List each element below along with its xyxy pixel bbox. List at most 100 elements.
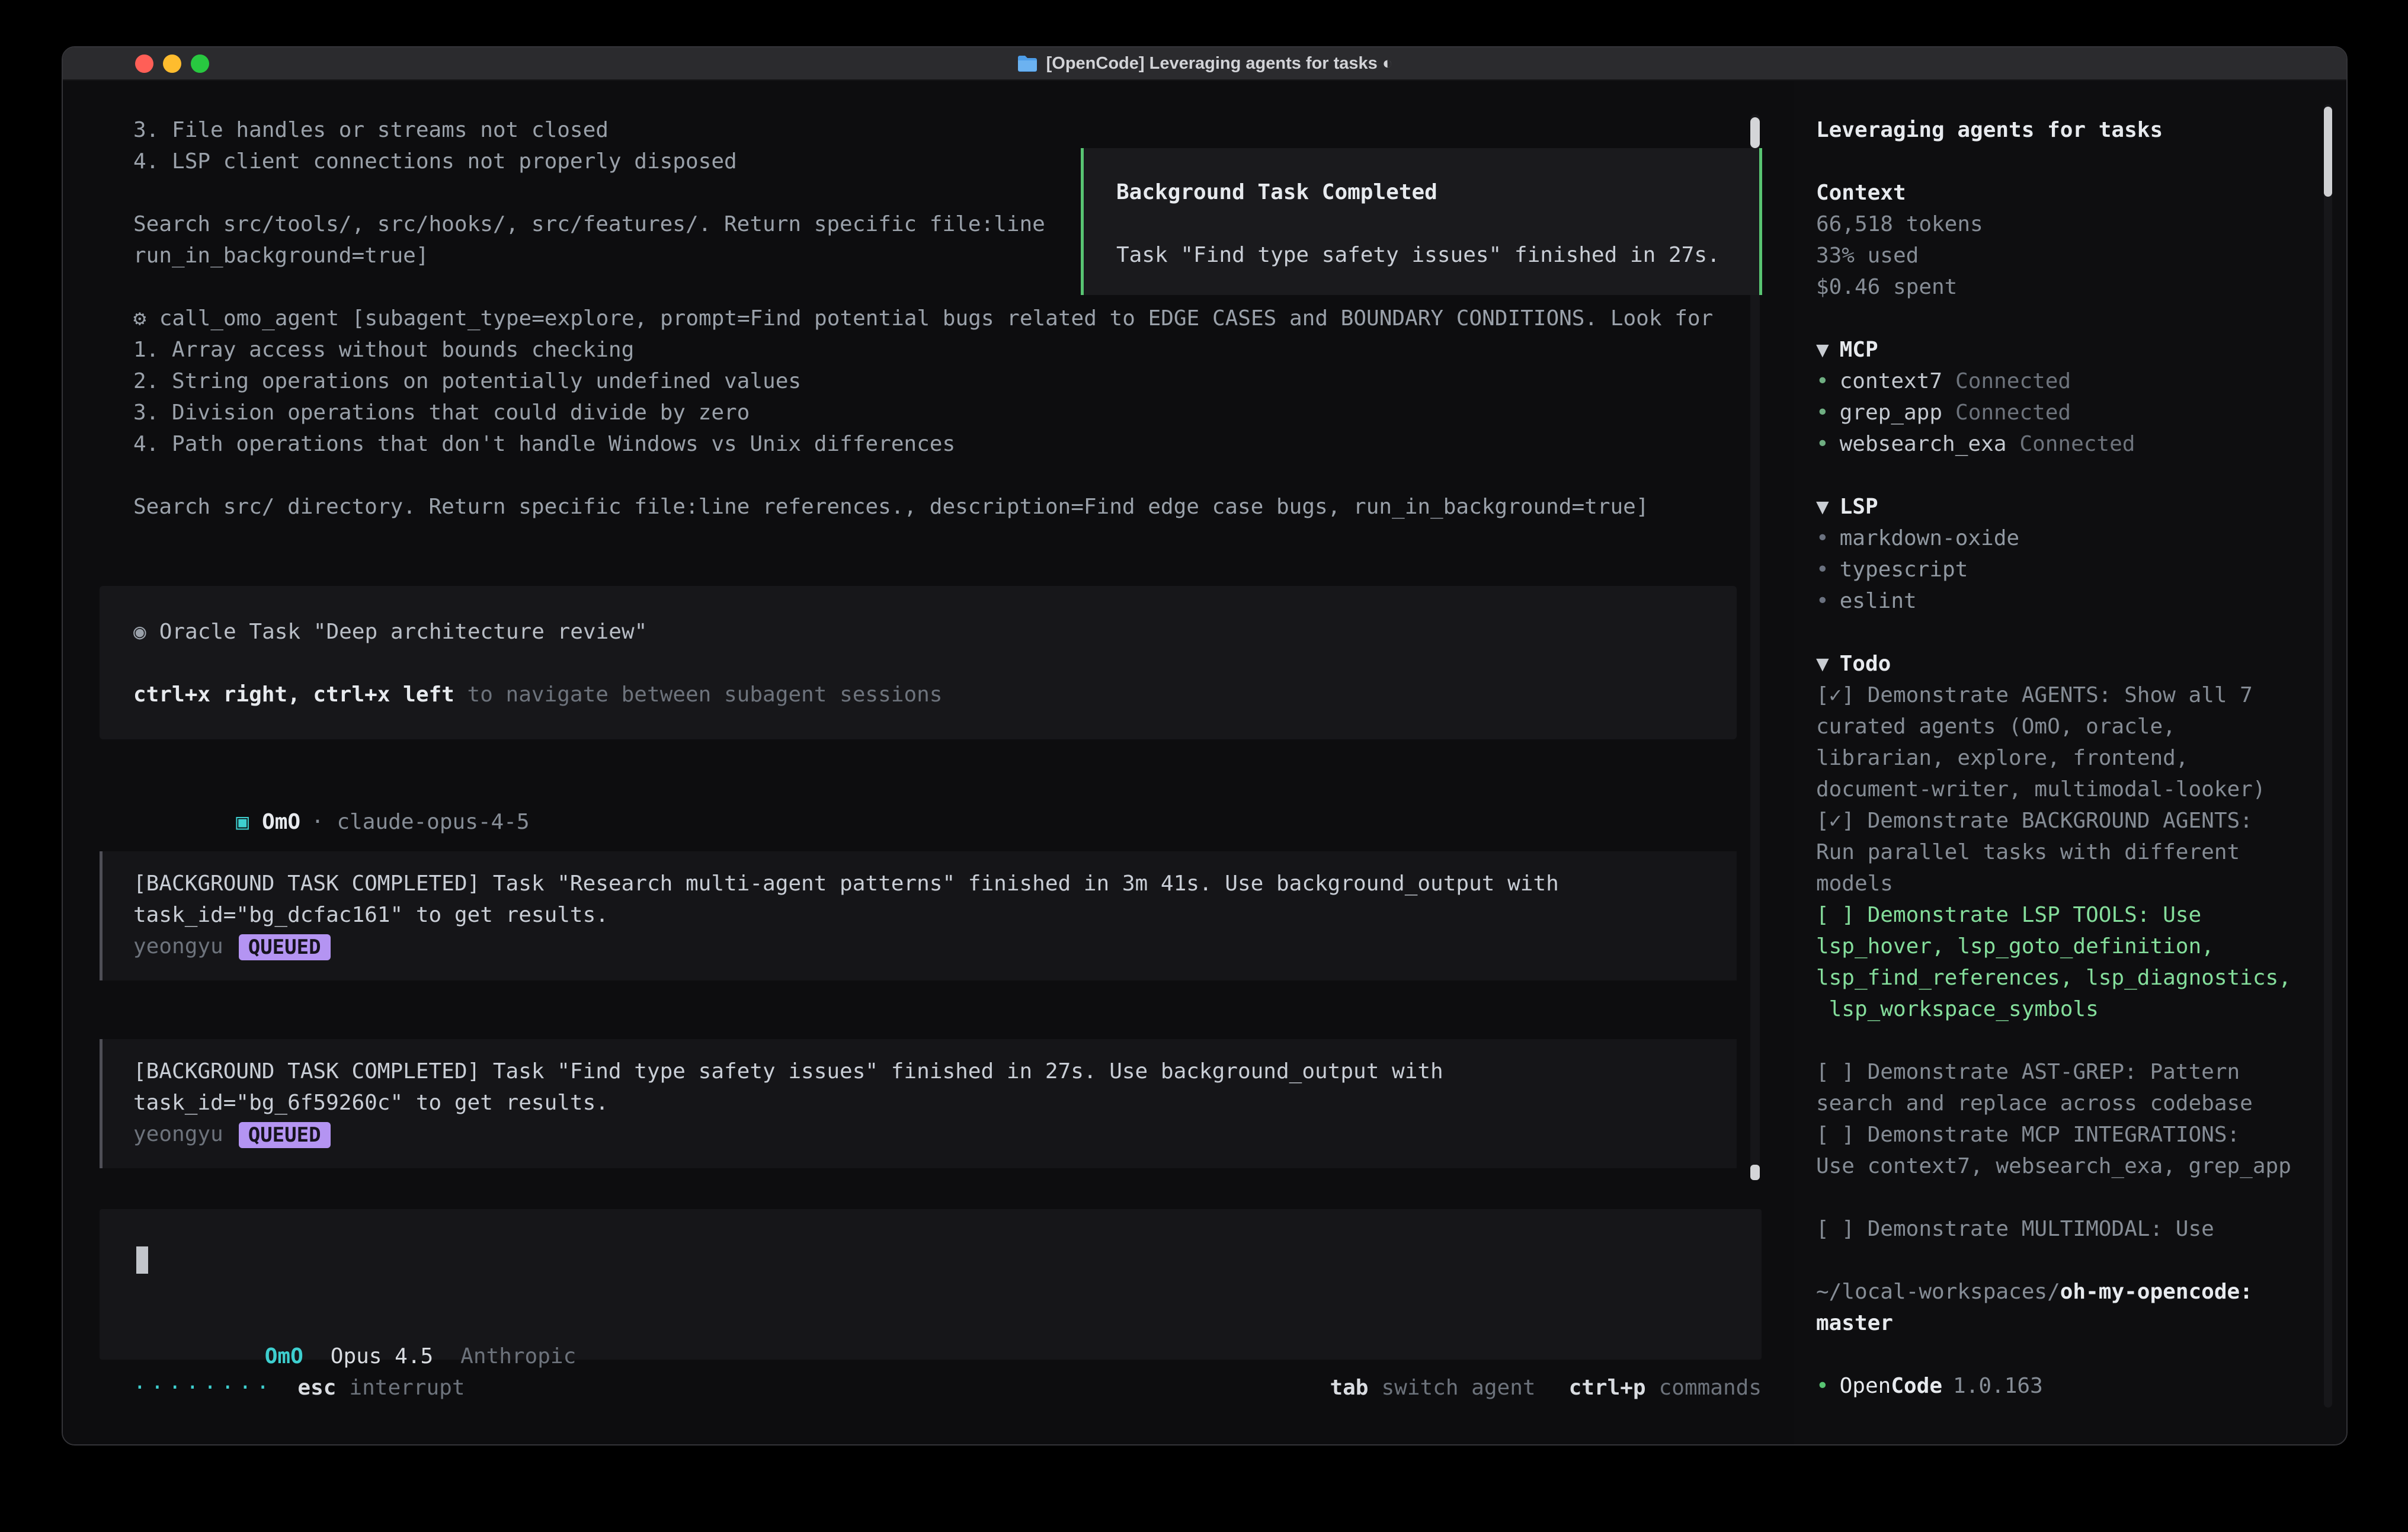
active-agent-label: OmO xyxy=(265,1344,303,1368)
queued-badge: QUEUED xyxy=(239,934,331,960)
oracle-task-title-line: ◉ Oracle Task "Deep architecture review" xyxy=(133,616,1737,648)
status-bullet-icon: • xyxy=(1816,432,1829,456)
todo-line: document-writer, multimodal-looker) xyxy=(1816,774,2346,805)
mcp-status: Connected xyxy=(2019,432,2135,456)
sidebar: Leveraging agents for tasks Context 66,5… xyxy=(1794,81,2346,1444)
prompt-input[interactable]: OmOOpus 4.5Anthropic xyxy=(100,1209,1762,1360)
agent-icon: ▣ xyxy=(236,810,249,834)
terminal-line: 4. Path operations that don't handle Win… xyxy=(133,428,1713,460)
mcp-name: grep_app xyxy=(1840,400,1942,425)
queued-badge: QUEUED xyxy=(239,1122,331,1148)
active-model-label: Opus 4.5 xyxy=(331,1344,433,1368)
terminal-line: 3. File handles or streams not closed xyxy=(133,114,1713,146)
path-prefix: ~/local-workspaces/ xyxy=(1816,1280,2060,1304)
chevron-down-icon: ▼ xyxy=(1816,495,1829,519)
lsp-item: •typescript xyxy=(1816,554,2346,585)
message-line: [BACKGROUND TASK COMPLETED] Task "Find t… xyxy=(133,1056,1737,1087)
todo-line: [ ] Demonstrate AST-GREP: Pattern xyxy=(1816,1056,2346,1088)
todo-line: Run parallel tasks with different xyxy=(1816,836,2346,868)
gear-icon: ⚙ xyxy=(133,306,146,331)
author-label: yeongyu xyxy=(133,934,223,959)
message-line: task_id="bg_dcfac161" to get results. xyxy=(133,899,1737,931)
window-title: [OpenCode] Leveraging agents for tasks ◐ xyxy=(1046,54,1393,73)
status-bar-right: tab switch agent ctrl+p commands xyxy=(1330,1372,1762,1403)
close-window-button[interactable] xyxy=(135,55,153,73)
author-label: yeongyu xyxy=(133,1122,223,1146)
message-line: [BACKGROUND TASK COMPLETED] Task "Resear… xyxy=(133,868,1737,899)
todo-line: [✓] Demonstrate BACKGROUND AGENTS: xyxy=(1816,805,2346,836)
repo-name: oh-my-opencode: xyxy=(2060,1280,2253,1304)
tab-key-label: switch agent xyxy=(1381,1372,1535,1403)
spinner: ········ xyxy=(133,1372,274,1403)
mcp-status: Connected xyxy=(1955,400,2071,425)
lsp-name: eslint xyxy=(1840,589,1917,613)
context-spent: $0.46 spent xyxy=(1816,271,2346,303)
message-footer: yeongyu QUEUED xyxy=(133,931,1737,962)
todo-line: curated agents (OmO, oracle, xyxy=(1816,711,2346,742)
todo-line-current: lsp_workspace_symbols xyxy=(1816,993,2346,1025)
agent-name: OmO xyxy=(262,810,300,834)
terminal-line: 2. String operations on potentially unde… xyxy=(133,366,1713,397)
ctrl-p-key-label: commands xyxy=(1659,1372,1762,1403)
session-title: Leveraging agents for tasks xyxy=(1816,114,2346,146)
mcp-item: • grep_app Connected xyxy=(1816,397,2346,428)
lsp-item: • eslint xyxy=(1816,585,2346,617)
background-task-toast: Background Task Completed Task "Find typ… xyxy=(1081,148,1762,295)
record-icon: ◉ xyxy=(133,620,146,644)
task-completed-message: [BACKGROUND TASK COMPLETED] Task "Resear… xyxy=(100,851,1737,980)
status-bar: ········ esc interrupt tab switch agent … xyxy=(133,1372,1762,1403)
status-bullet-icon: • xyxy=(1816,400,1829,425)
toast-body: Task "Find type safety issues" finished … xyxy=(1116,239,1759,271)
context-used: 33% used xyxy=(1816,240,2346,271)
todo-line: Use context7, websearch_exa, grep_app xyxy=(1816,1150,2346,1182)
todo-line: librarian, explore, frontend, xyxy=(1816,742,2346,774)
esc-key-hint: esc xyxy=(297,1372,336,1403)
todo-line: [ ] Demonstrate MCP INTEGRATIONS: xyxy=(1816,1119,2346,1150)
mcp-item: •context7Connected xyxy=(1816,366,2346,397)
toast-title: Background Task Completed xyxy=(1116,177,1759,208)
message-footer: yeongyu QUEUED xyxy=(133,1118,1737,1150)
app-version: 1.0.163 xyxy=(1953,1374,2043,1398)
todo-line: [✓] Demonstrate AGENTS: Show all 7 xyxy=(1816,680,2346,711)
app-name-bold: Code xyxy=(1891,1374,1942,1398)
provider-label: Anthropic xyxy=(460,1344,576,1368)
todo-header[interactable]: ▼Todo xyxy=(1816,648,2346,680)
bullet-icon: • xyxy=(1816,526,1829,550)
minimize-window-button[interactable] xyxy=(163,55,181,73)
shortcut-hint: to navigate between subagent sessions xyxy=(454,682,943,707)
bullet-icon: • xyxy=(1816,589,1829,613)
status-bullet-icon: • xyxy=(1816,369,1829,393)
todo-line-current: [ ] Demonstrate LSP TOOLS: Use xyxy=(1816,899,2346,931)
mcp-header[interactable]: ▼MCP xyxy=(1816,334,2346,366)
todo-line: search and replace across codebase xyxy=(1816,1088,2346,1119)
titlebar: [OpenCode] Leveraging agents for tasks ◐ xyxy=(63,47,2346,81)
context-header: Context xyxy=(1816,177,2346,209)
zoom-window-button[interactable] xyxy=(191,55,209,73)
sidebar-scrollbar-track[interactable] xyxy=(2324,104,2332,1408)
input-footer: OmOOpus 4.5Anthropic xyxy=(136,1309,576,1341)
main-scrollbar-thumb[interactable] xyxy=(1750,117,1760,148)
window-title-area: [OpenCode] Leveraging agents for tasks ◐ xyxy=(1017,54,1393,73)
terminal-line: Search src/ directory. Return specific f… xyxy=(133,491,1713,523)
lsp-item: • markdown-oxide xyxy=(1816,523,2346,554)
branch-name: master xyxy=(1816,1307,2346,1339)
agent-header: ▣OmO· claude-opus-4-5 xyxy=(133,775,530,806)
lsp-name: markdown-oxide xyxy=(1840,526,2019,550)
status-bullet-icon: • xyxy=(1816,1374,1829,1398)
tool-call-text: call_omo_agent [subagent_type=explore, p… xyxy=(159,306,1714,331)
todo-line: models xyxy=(1816,868,2346,899)
app-version-footer: •OpenCode1.0.163 xyxy=(1816,1370,2346,1402)
sidebar-scrollbar-thumb[interactable] xyxy=(2324,107,2332,197)
esc-key-label: interrupt xyxy=(349,1372,465,1403)
lsp-name: typescript xyxy=(1840,557,1968,582)
terminal-main: 3. File handles or streams not closed 4.… xyxy=(63,81,1794,1444)
workspace-path: ~/local-workspaces/oh-my-opencode: xyxy=(1816,1276,2346,1307)
tool-call-line: ⚙ call_omo_agent [subagent_type=explore, … xyxy=(133,303,1713,334)
shortcut-keys: ctrl+x right, ctrl+x left xyxy=(133,682,454,707)
context-tokens: 66,518 tokens xyxy=(1816,209,2346,240)
terminal-line: 1. Array access without bounds checking xyxy=(133,334,1713,366)
oracle-task-title: Oracle Task "Deep architecture review" xyxy=(159,620,648,644)
oracle-task-hint-line: ctrl+x right, ctrl+x left to navigate be… xyxy=(133,679,1737,710)
main-scrollbar-thumb-bottom[interactable] xyxy=(1750,1165,1760,1180)
lsp-header[interactable]: ▼LSP xyxy=(1816,491,2346,523)
